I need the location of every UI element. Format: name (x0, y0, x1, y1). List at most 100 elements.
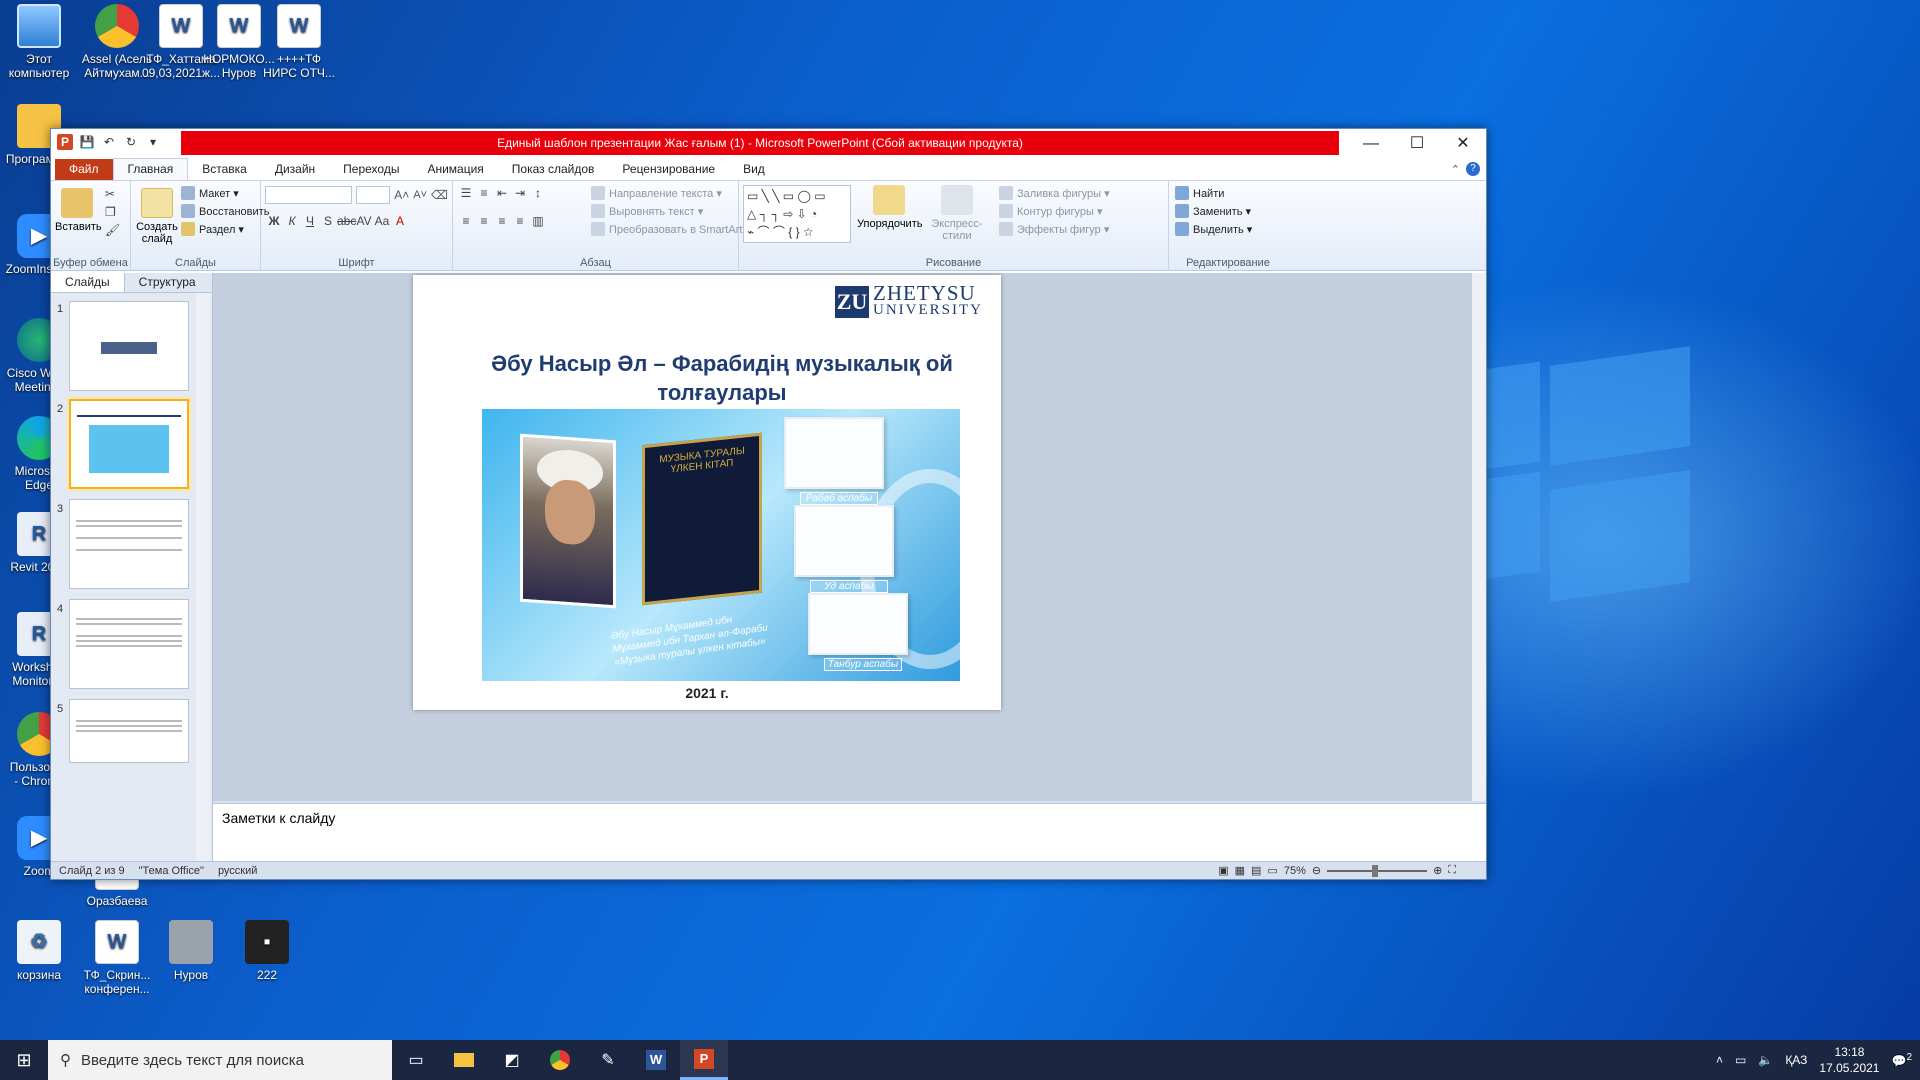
tab-file[interactable]: Файл (55, 159, 113, 180)
shape-effects-button[interactable]: Эффекты фигур ▾ (999, 221, 1110, 239)
quick-styles-button[interactable]: Экспресс-стили (921, 185, 993, 242)
network-icon[interactable]: ▭ (1735, 1053, 1746, 1067)
paste-button[interactable]: Вставить (55, 188, 102, 233)
current-slide[interactable]: ZU ZHETYSU UNIVERSITY Әбу Насыр Әл – Фара… (413, 275, 1001, 710)
format-painter-icon[interactable]: 🖌 (105, 221, 120, 239)
shape-outline-button[interactable]: Контур фигуры ▾ (999, 203, 1110, 221)
help-icon[interactable]: ? (1466, 162, 1480, 176)
fit-window-icon[interactable]: ⛶ (1448, 864, 1456, 877)
slide-thumbnail-1[interactable] (69, 301, 189, 391)
start-button[interactable]: ⊞ (0, 1040, 48, 1080)
normal-view-icon[interactable]: ▣ (1218, 864, 1228, 877)
volume-icon[interactable]: 🔈 (1758, 1053, 1773, 1067)
slide-thumbnail-3[interactable] (69, 499, 189, 589)
redo-icon[interactable]: ↻ (123, 134, 139, 150)
collapse-ribbon-icon[interactable]: ⌃ (1451, 163, 1460, 176)
theme-name[interactable]: "Тема Office" (139, 865, 204, 877)
align-text-button[interactable]: Выровнять текст ▾ (591, 203, 751, 221)
copy-icon[interactable]: ❐ (105, 203, 120, 221)
slideshow-view-icon[interactable]: ▭ (1267, 864, 1277, 877)
select-button[interactable]: Выделить ▾ (1175, 221, 1252, 239)
tab-view[interactable]: Вид (729, 159, 779, 180)
task-view-icon[interactable]: ▭ (392, 1040, 440, 1080)
minimize-button[interactable]: — (1348, 129, 1394, 159)
tab-slideshow[interactable]: Показ слайдов (498, 159, 609, 180)
text-direction-button[interactable]: Направление текста ▾ (591, 185, 751, 203)
line-spacing-icon[interactable]: ↕ (529, 186, 547, 200)
shape-fill-button[interactable]: Заливка фигуры ▾ (999, 185, 1110, 203)
reading-view-icon[interactable]: ▤ (1251, 864, 1261, 877)
notes-area[interactable]: Заметки к слайду (213, 803, 1486, 861)
tab-slides[interactable]: Слайды (51, 273, 125, 292)
columns-icon[interactable]: ▥ (529, 214, 547, 228)
clock[interactable]: 13:18 17.05.2021 (1819, 1044, 1879, 1076)
justify-icon[interactable]: ≡ (511, 214, 529, 228)
align-left-icon[interactable]: ≡ (457, 214, 475, 228)
decrease-indent-icon[interactable]: ⇤ (493, 186, 511, 200)
tab-outline[interactable]: Структура (125, 273, 210, 292)
customize-qat-icon[interactable]: ▾ (145, 134, 161, 150)
pane-scrollbar[interactable] (196, 293, 210, 861)
taskbar-search[interactable]: ⚲ Введите здесь текст для поиска (48, 1040, 392, 1080)
tab-review[interactable]: Рецензирование (608, 159, 729, 180)
font-name-input[interactable] (265, 186, 353, 204)
maximize-button[interactable]: ☐ (1394, 129, 1440, 159)
grow-font-icon[interactable]: A˄ (394, 188, 409, 202)
shadow-icon[interactable]: S (319, 214, 337, 228)
strikethrough-icon[interactable]: abc (337, 214, 356, 228)
spacing-icon[interactable]: AV (355, 214, 373, 228)
case-icon[interactable]: Aa (373, 214, 391, 228)
chrome-icon[interactable] (536, 1040, 584, 1080)
zoom-slider-thumb[interactable] (1372, 864, 1379, 877)
italic-icon[interactable]: К (283, 214, 301, 228)
layout-button[interactable]: Макет ▾ (181, 185, 269, 203)
font-color-icon[interactable]: A (391, 214, 409, 228)
align-right-icon[interactable]: ≡ (493, 214, 511, 228)
zoom-slider[interactable] (1327, 864, 1428, 877)
desktop-icon-this-pc[interactable]: Этот компьютер (0, 4, 82, 80)
replace-button[interactable]: Заменить ▾ (1175, 203, 1252, 221)
close-button[interactable]: ✕ (1440, 129, 1486, 159)
new-slide-button[interactable]: Создать слайд (135, 188, 179, 245)
bold-icon[interactable]: Ж (265, 214, 283, 228)
tab-insert[interactable]: Вставка (188, 159, 261, 180)
desktop-icon-nurov[interactable]: Нуров (148, 920, 234, 982)
input-language[interactable]: ҚАЗ (1785, 1053, 1807, 1067)
shapes-gallery[interactable]: ▭ ╲ ╲ ▭ ◯ ▭ △ ┐ ┐ ⇨ ⇩ ◔ ⌁ ⌒ ⌒ { } ☆ (743, 185, 851, 243)
tab-design[interactable]: Дизайн (261, 159, 329, 180)
shrink-font-icon[interactable]: A˅ (413, 189, 427, 201)
zoom-in-icon[interactable]: ⊕ (1433, 864, 1442, 877)
section-button[interactable]: Раздел ▾ (181, 221, 269, 239)
slide-thumbnail-2[interactable] (67, 397, 191, 491)
slide-picture[interactable]: МУЗЫКА ТУРАЛЫ ҮЛКЕН КІТАП Рабаб аспабы У… (482, 409, 960, 681)
slide-title[interactable]: Әбу Насыр Әл – Фарабидің музыкалық ой то… (473, 349, 971, 407)
save-icon[interactable]: 💾 (79, 134, 95, 150)
cut-icon[interactable]: ✂ (105, 185, 120, 203)
desktop-icon-doc-tf-nirs[interactable]: W ++++ТФ НИРС ОТЧ... (256, 4, 342, 80)
numbering-icon[interactable]: ≡ (475, 186, 493, 200)
language-indicator[interactable]: русский (218, 865, 257, 877)
app-icon[interactable]: ◩ (488, 1040, 536, 1080)
notifications-icon[interactable]: 💬2 (1891, 1052, 1912, 1068)
slide-thumbnail-5[interactable] (69, 699, 189, 763)
sorter-view-icon[interactable]: ▦ (1235, 864, 1245, 877)
desktop-icon-recycle-bin[interactable]: ♻ корзина (0, 920, 82, 982)
tab-transitions[interactable]: Переходы (329, 159, 413, 180)
bullets-icon[interactable]: ☰ (457, 186, 475, 200)
align-center-icon[interactable]: ≡ (475, 214, 493, 228)
editor-scrollbar[interactable] (1472, 273, 1486, 801)
zoom-out-icon[interactable]: ⊖ (1312, 864, 1321, 877)
zoom-level[interactable]: 75% (1284, 865, 1306, 877)
word-icon[interactable]: W (632, 1040, 680, 1080)
smartart-button[interactable]: Преобразовать в SmartArt ▾ (591, 221, 751, 239)
file-explorer-icon[interactable] (440, 1040, 488, 1080)
paint-icon[interactable]: ✎ (584, 1040, 632, 1080)
font-size-input[interactable] (356, 186, 391, 204)
slide-year[interactable]: 2021 г. (413, 685, 1001, 701)
tray-expand-icon[interactable]: ˄ (1716, 1053, 1723, 1067)
desktop-icon-file-222[interactable]: ▪ 222 (224, 920, 310, 982)
tab-home[interactable]: Главная (112, 158, 189, 180)
arrange-button[interactable]: Упорядочить (857, 185, 922, 230)
find-button[interactable]: Найти (1175, 185, 1252, 203)
clear-format-icon[interactable]: ⌫ (431, 188, 448, 202)
